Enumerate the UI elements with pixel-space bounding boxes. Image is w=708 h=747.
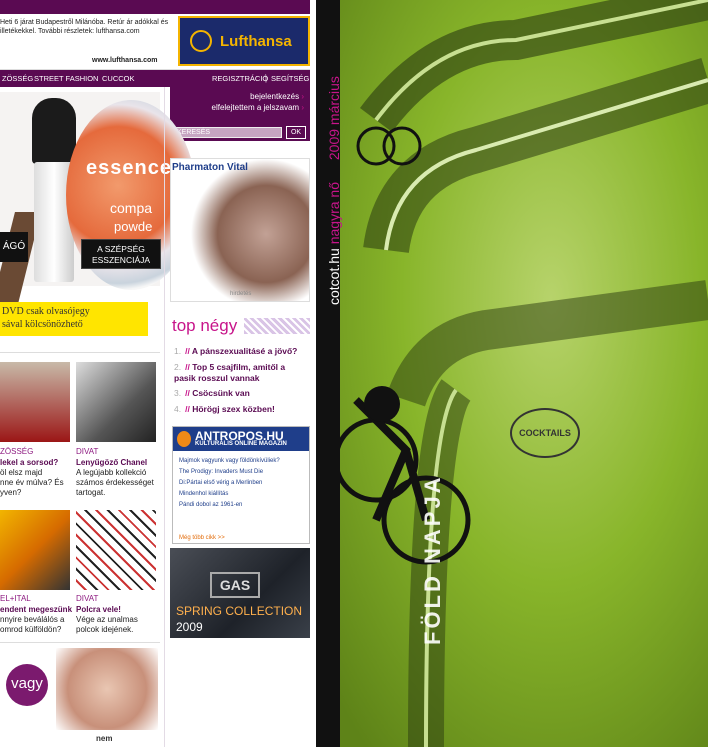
tile-category: DIVAT — [76, 594, 99, 603]
tile-text: Vége az unalmas polcok idejének. — [76, 615, 138, 634]
essence-tagline: A SZÉPSÉG ESSZENCIÁJA — [81, 239, 161, 269]
dvd-line-1: DVD csak olvasójegy — [2, 306, 90, 317]
lufthansa-brand: Lufthansa — [220, 33, 292, 50]
ad-url[interactable]: www.lufthansa.com — [92, 57, 157, 64]
pharmaton-label: Pharmaton Vital — [172, 162, 248, 173]
spine-date: 2009 március — [326, 76, 342, 161]
divider — [0, 642, 160, 643]
gas-line-2: 2009 — [176, 620, 203, 634]
cover-headline: FÖLD NAPJA — [420, 474, 445, 645]
spine-name: nagyra nő — [326, 182, 342, 245]
search-ok-button[interactable]: OK — [286, 126, 306, 139]
ad-caption: hirdetés — [230, 291, 252, 297]
nav-item-kozosseg[interactable]: ZÖSSÉG — [2, 74, 33, 83]
tile-image-horoscope[interactable] — [0, 362, 70, 442]
top-item[interactable]: 1.// A pánszexualitásé a jövő? — [174, 346, 297, 357]
tile-category: EL+ITAL — [0, 594, 31, 603]
tagline-line-1: A SZÉPSÉG — [97, 244, 145, 254]
antropos-link[interactable]: Di:Pártai első vérig a Merlinben — [179, 480, 262, 486]
tile-image-food[interactable] — [0, 510, 70, 590]
top-item[interactable]: 4.// Hörögj szex közben! — [174, 404, 275, 415]
essence-brand: essence — [86, 157, 172, 179]
top-item-num: 1. — [174, 346, 182, 356]
antropos-link[interactable]: Pándi dobol az 1961-en — [179, 502, 242, 508]
antropos-subtitle: KULTURÁLIS ONLINE MAGAZIN — [195, 441, 287, 447]
tile-image-chanel[interactable] — [76, 362, 156, 442]
lufthansa-logo-box[interactable]: Lufthansa — [178, 16, 310, 66]
crane-icon — [190, 30, 212, 52]
top-item-text: Csöcsünk van — [192, 388, 250, 398]
login-box: bejelentkezés › elfelejtettem a jelszava… — [170, 87, 310, 141]
tagline-line-2: ESSZENCIÁJA — [91, 255, 151, 265]
top-negy-pattern — [244, 318, 310, 334]
lufthansa-banner-ad[interactable]: Heti 6 járat Budapestről Milánóba. Retúr… — [0, 14, 310, 70]
antropos-link[interactable]: The Prodigy: Invaders Must Die — [179, 469, 263, 475]
divider — [0, 352, 160, 353]
tile-title[interactable]: endent megeszünk — [0, 605, 72, 614]
tile-image-body[interactable] — [56, 648, 158, 730]
column-divider — [164, 87, 165, 747]
nem-label: nem — [96, 734, 113, 743]
pharmaton-ad[interactable] — [170, 158, 310, 302]
ad-text: Heti 6 járat Budapestről Milánóba. Retúr… — [0, 19, 169, 35]
antropos-more-link[interactable]: Még több cikk >> — [179, 535, 225, 541]
tile-text: A legújabb kollekció számos érdekességet… — [76, 468, 154, 497]
nav-item-street-fashion[interactable]: STREET FASHION — [34, 74, 98, 83]
gas-brand: GAS — [210, 572, 260, 598]
gas-ad[interactable]: GAS SPRING COLLECTION 2009 — [170, 548, 310, 638]
spine-text: cotcot.hu nagyra nő 2009 március — [326, 76, 342, 305]
brush-image — [32, 98, 76, 164]
tile-text: öl elsz majd nne év múlva? És yven? — [0, 468, 64, 497]
nav-help[interactable]: SEGÍTSÉG — [271, 74, 309, 83]
nav-register[interactable]: REGISZTRÁCIÓ — [212, 74, 268, 83]
dvd-line-2: sával kölcsönözhető — [2, 319, 83, 330]
nav-item-cuccok[interactable]: CUCCOK — [102, 74, 135, 83]
antropos-widget: ANTROPOS.HU KULTURÁLIS ONLINE MAGAZIN Ma… — [172, 426, 310, 544]
tile-text: nnyire beválálós a omrod külföldön? — [0, 615, 65, 634]
antropos-link[interactable]: Mindenhol kiállítás — [179, 491, 228, 497]
top-item[interactable]: 2.// Top 5 csajfilm, amitől a pasik ross… — [174, 362, 308, 384]
top-strip — [0, 0, 310, 14]
nav-separator: | — [265, 74, 267, 83]
forgot-password-link[interactable]: elfelejtettem a jelszavam › — [212, 103, 305, 112]
top-item-num: 2. — [174, 362, 182, 372]
spine-site: cotcot.hu — [326, 248, 342, 305]
cocktail-badge: COCKTAILS — [510, 408, 580, 458]
essence-left-label: ÁGÓ — [0, 232, 28, 262]
tile-title[interactable]: Polcra vele! — [76, 605, 121, 614]
antropos-logo-icon — [177, 431, 191, 447]
top-item-text: Hörögj szex közben! — [192, 404, 275, 414]
top-item-text: A pánszexualitásé a jövő? — [191, 346, 298, 356]
antropos-link[interactable]: Majmok vagyunk vagy földönkívüliek? — [179, 458, 280, 464]
top-item-num: 3. — [174, 388, 182, 398]
cover-artwork — [333, 0, 708, 747]
top-item-num: 4. — [174, 404, 182, 414]
main-nav: ZÖSSÉG STREET FASHION CUCCOK REGISZTRÁCI… — [0, 70, 310, 87]
search-input[interactable]: KERESÉS — [174, 127, 282, 138]
antropos-header[interactable]: ANTROPOS.HU KULTURÁLIS ONLINE MAGAZIN — [173, 427, 309, 451]
compact-text-1: compa — [110, 200, 153, 216]
tile-title[interactable]: lekel a sorsod? — [0, 458, 58, 467]
top-item[interactable]: 3.// Csöcsünk van — [174, 388, 250, 399]
tile-category: ZÖSSÉG — [0, 447, 34, 456]
vagy-badge[interactable]: vagy — [6, 664, 48, 706]
right-column: Pharmaton Vital hirdetés top négy 1.// A… — [170, 158, 310, 747]
dvd-banner[interactable]: DVD csak olvasójegy sával kölcsönözhető — [0, 302, 148, 336]
website-panel: Heti 6 járat Budapestről Milánóba. Retúr… — [0, 0, 316, 747]
tile-category: DIVAT — [76, 447, 99, 456]
magazine-cover: COCKTAILS — [316, 0, 708, 747]
gas-line-1: SPRING COLLECTION — [176, 604, 303, 618]
login-link[interactable]: bejelentkezés › — [250, 92, 304, 101]
tile-image-shelf[interactable] — [76, 510, 156, 590]
compact-text-2: powde — [114, 219, 153, 234]
tile-title[interactable]: Lenyűgöző Chanel — [76, 458, 147, 467]
top-negy-title: top négy — [172, 316, 238, 335]
